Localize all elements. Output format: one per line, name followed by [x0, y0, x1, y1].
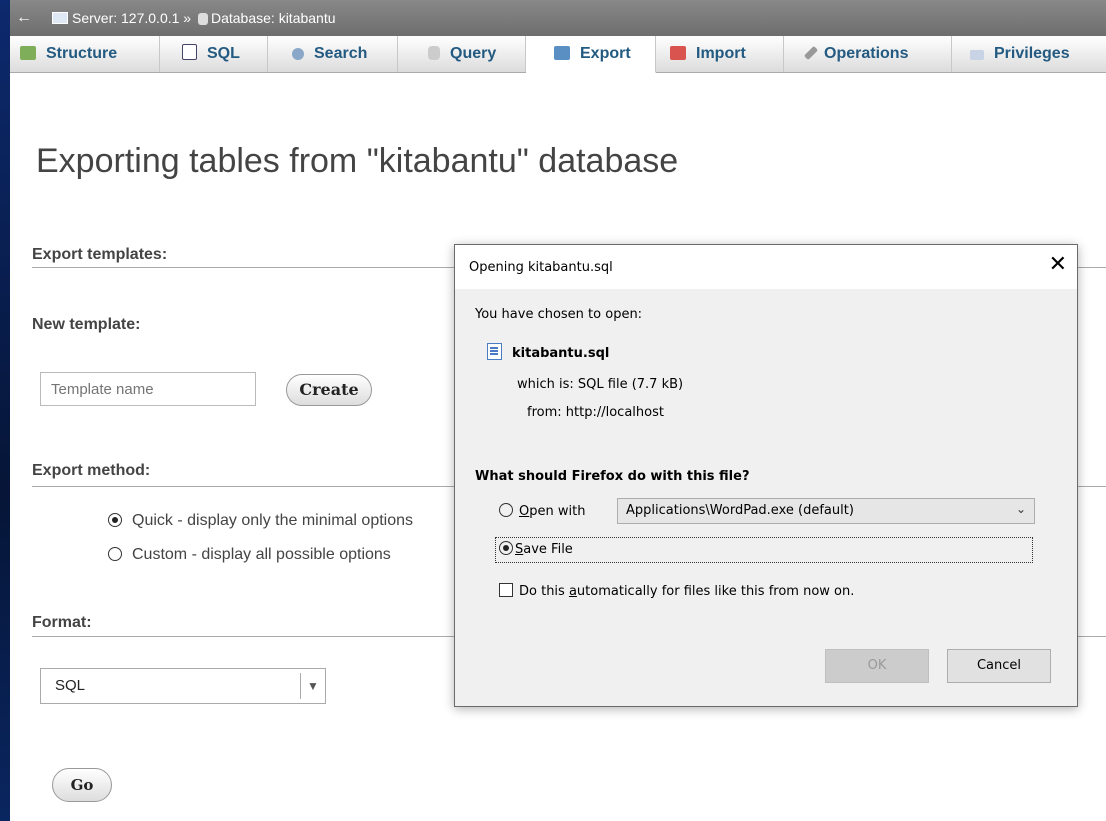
auto-text: utomatically for files like this from no… [576, 584, 855, 599]
accesskey: O [519, 504, 530, 519]
radio-open-with[interactable] [499, 503, 513, 517]
cancel-button[interactable]: Cancel [947, 649, 1051, 683]
export-method-heading: Export method: [32, 462, 151, 479]
file-row: kitabantu.sql [487, 343, 609, 361]
radio-save-file[interactable] [499, 541, 513, 555]
auto-action-checkbox[interactable] [499, 583, 513, 597]
new-template-label: New template: [32, 316, 141, 333]
export-templates-heading: Export templates: [32, 246, 168, 263]
radio-custom[interactable] [108, 547, 122, 561]
page-title: Exporting tables from "kitabantu" databa… [36, 142, 679, 180]
server-icon [52, 12, 68, 24]
file-source-row: from: http://localhost [527, 405, 664, 420]
tab-privileges[interactable]: Privileges [952, 36, 1106, 72]
operations-icon [803, 45, 819, 61]
chevron-down-icon: ▼ [300, 673, 325, 699]
open-with-label: pen with [529, 504, 586, 519]
dialog-title: Opening kitabantu.sql [469, 260, 613, 275]
sql-file-icon [487, 343, 502, 360]
tab-label: Search [314, 45, 368, 62]
download-dialog: Opening kitabantu.sql ✕ You have chosen … [454, 244, 1078, 707]
tab-label: Query [450, 45, 497, 62]
method-custom-label: Custom - display all possible options [132, 546, 391, 563]
chevron-down-icon: ⌄ [1015, 502, 1026, 516]
tab-search[interactable]: Search [268, 36, 398, 72]
structure-icon [20, 46, 36, 60]
format-heading: Format: [32, 614, 92, 631]
accesskey: a [568, 584, 577, 599]
dialog-intro: You have chosen to open: [475, 307, 643, 322]
format-select-value: SQL [55, 677, 86, 694]
template-name-input[interactable] [40, 372, 256, 406]
file-type-value: SQL file (7.7 kB) [577, 377, 684, 392]
tab-sql[interactable]: SQL [160, 36, 268, 72]
create-button[interactable]: Create [286, 374, 372, 406]
method-custom-option[interactable]: Custom - display all possible options [108, 546, 391, 564]
which-is-label: which is: [517, 377, 574, 392]
tab-label: Export [580, 45, 631, 62]
tab-label: SQL [207, 45, 240, 62]
from-label: from: [527, 405, 562, 420]
save-file-option[interactable]: Save File [499, 541, 573, 557]
tab-export[interactable]: Export [526, 36, 656, 73]
open-with-app-value: Applications\WordPad.exe (default) [626, 503, 854, 518]
tab-bar: Structure SQL Search Query Export Import… [10, 36, 1106, 73]
breadcrumb-database[interactable]: Database: kitabantu [211, 10, 336, 26]
ok-button[interactable]: OK [825, 649, 929, 683]
query-icon [428, 46, 440, 60]
open-with-option[interactable]: Open with [499, 503, 585, 519]
save-file-focus-ring [495, 537, 1033, 563]
database-icon [197, 13, 208, 25]
tab-structure[interactable]: Structure [10, 36, 160, 72]
breadcrumb-server[interactable]: Server: 127.0.0.1 [72, 10, 179, 26]
search-icon [292, 48, 304, 60]
tab-label: Structure [46, 45, 118, 62]
method-quick-label: Quick - display only the minimal options [132, 512, 414, 529]
go-button[interactable]: Go [52, 768, 112, 802]
sql-icon [182, 44, 197, 60]
privileges-icon [970, 50, 984, 60]
file-source-value: http://localhost [565, 405, 664, 420]
close-icon[interactable]: ✕ [1049, 254, 1067, 276]
desktop-background-edge [0, 0, 10, 821]
back-arrow-icon[interactable]: ← [16, 9, 32, 27]
file-name: kitabantu.sql [512, 346, 610, 361]
export-icon [554, 46, 570, 60]
breadcrumb-bar: ← Server: 127.0.0.1 » Database: kitabant… [10, 0, 1106, 36]
auto-text: Do this [519, 584, 569, 599]
open-with-app-select[interactable]: Applications\WordPad.exe (default) ⌄ [617, 498, 1035, 524]
method-quick-option[interactable]: Quick - display only the minimal options [108, 512, 413, 530]
tab-operations[interactable]: Operations [784, 36, 952, 72]
save-file-label: ave File [523, 542, 573, 557]
tab-label: Import [696, 45, 746, 62]
tab-label: Privileges [994, 45, 1070, 62]
import-icon [670, 46, 686, 60]
breadcrumb-separator: » [183, 10, 192, 26]
file-type-row: which is: SQL file (7.7 kB) [517, 377, 683, 392]
auto-action-option[interactable]: Do this automatically for files like thi… [499, 583, 854, 599]
dialog-titlebar: Opening kitabantu.sql ✕ [455, 245, 1077, 289]
dialog-question: What should Firefox do with this file? [475, 469, 750, 484]
tab-label: Operations [824, 45, 909, 62]
tab-query[interactable]: Query [398, 36, 526, 72]
breadcrumb: Server: 127.0.0.1 » Database: kitabantu [52, 10, 336, 26]
radio-quick[interactable] [108, 513, 122, 527]
format-select[interactable]: SQL ▼ [40, 668, 326, 704]
tab-import[interactable]: Import [656, 36, 784, 72]
